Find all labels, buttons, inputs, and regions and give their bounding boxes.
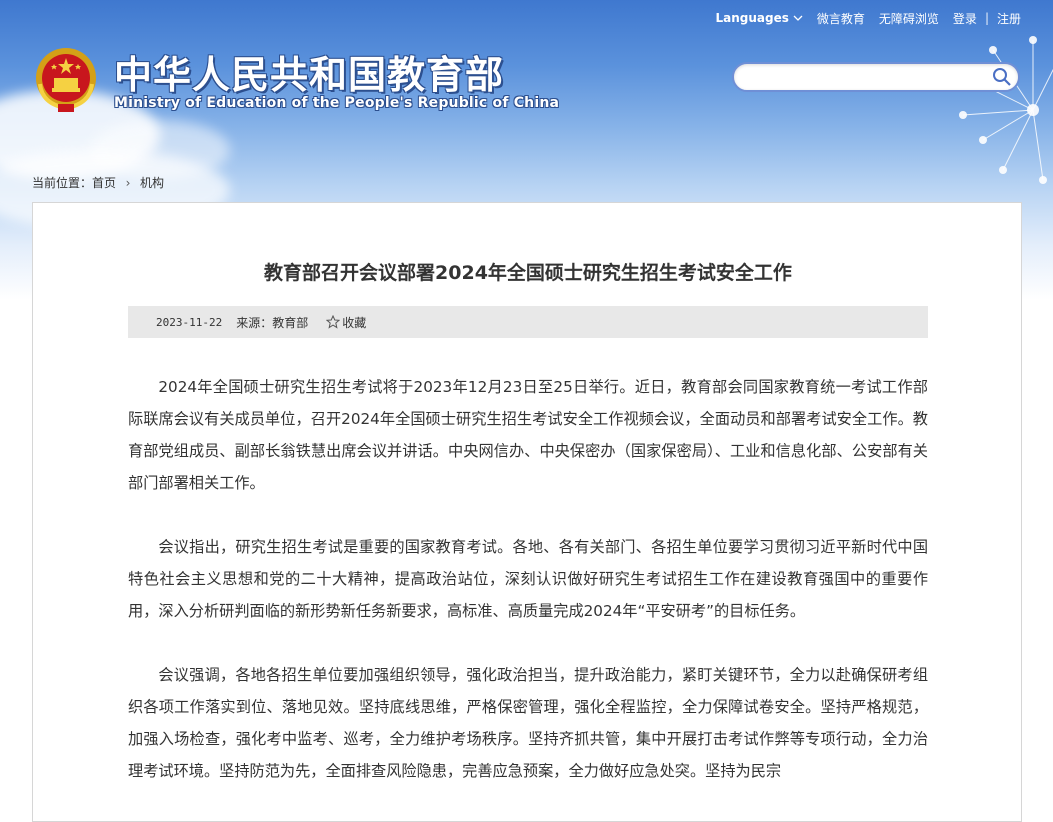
- article-body: 2024年全国硕士研究生招生考试将于2023年12月23日至25日举行。近日，教…: [128, 371, 928, 819]
- article-paragraph: 2024年全国硕士研究生招生考试将于2023年12月23日至25日举行。近日，教…: [128, 378, 928, 492]
- breadcrumb-prefix: 当前位置：首页: [32, 176, 117, 190]
- article-date: 2023-11-22: [156, 315, 223, 329]
- breadcrumb-current[interactable]: 机构: [140, 174, 164, 191]
- article-panel: 教育部召开会议部署2024年全国硕士研究生招生考试安全工作 2023-11-22…: [32, 202, 1022, 822]
- article-source: 来源：教育部: [236, 315, 309, 330]
- search-box: [732, 62, 1020, 92]
- search-input[interactable]: [748, 68, 992, 90]
- register-link[interactable]: 注册: [997, 10, 1021, 27]
- article-paragraph: 会议指出，研究生招生考试是重要的国家教育考试。各地、各有关部门、各招生单位要学习…: [128, 538, 928, 620]
- article-meta-bar: 2023-11-22 来源：教育部 收藏: [128, 306, 928, 338]
- site-title-cn: 中华人民共和国教育部: [114, 53, 505, 97]
- site-title-en: Ministry of Education of the People's Re…: [114, 95, 560, 111]
- chevron-down-icon: [793, 15, 803, 21]
- weiyan-link[interactable]: 微言教育: [817, 10, 865, 27]
- breadcrumb-home[interactable]: 首页: [92, 176, 116, 190]
- accessibility-link[interactable]: 无障碍浏览: [879, 10, 939, 27]
- dandelion-decoration: [959, 36, 1053, 184]
- article-paragraph: 会议强调，各地各招生单位要加强组织领导，强化政治担当，提升政治能力，紧盯关键环节…: [128, 666, 928, 780]
- languages-label: Languages: [715, 11, 789, 25]
- favorite-label: 收藏: [342, 315, 367, 330]
- breadcrumb: 当前位置：首页 › 机构: [32, 174, 164, 191]
- login-link[interactable]: 登录: [953, 10, 977, 27]
- link-divider: |: [984, 11, 989, 25]
- star-icon: [326, 315, 341, 329]
- search-icon[interactable]: [992, 67, 1012, 87]
- chevron-right-icon: ›: [125, 175, 131, 190]
- top-utility-bar: Languages 微言教育 无障碍浏览 登录 | 注册: [716, 9, 1022, 27]
- favorite-button[interactable]: 收藏: [326, 314, 366, 331]
- article-title: 教育部召开会议部署2024年全国硕士研究生招生考试安全工作: [264, 262, 792, 284]
- languages-dropdown[interactable]: Languages: [716, 11, 803, 25]
- site-logo[interactable]: 中华人民共和国教育部 Ministry of Education of the …: [32, 42, 559, 120]
- national-emblem-icon: [36, 48, 96, 112]
